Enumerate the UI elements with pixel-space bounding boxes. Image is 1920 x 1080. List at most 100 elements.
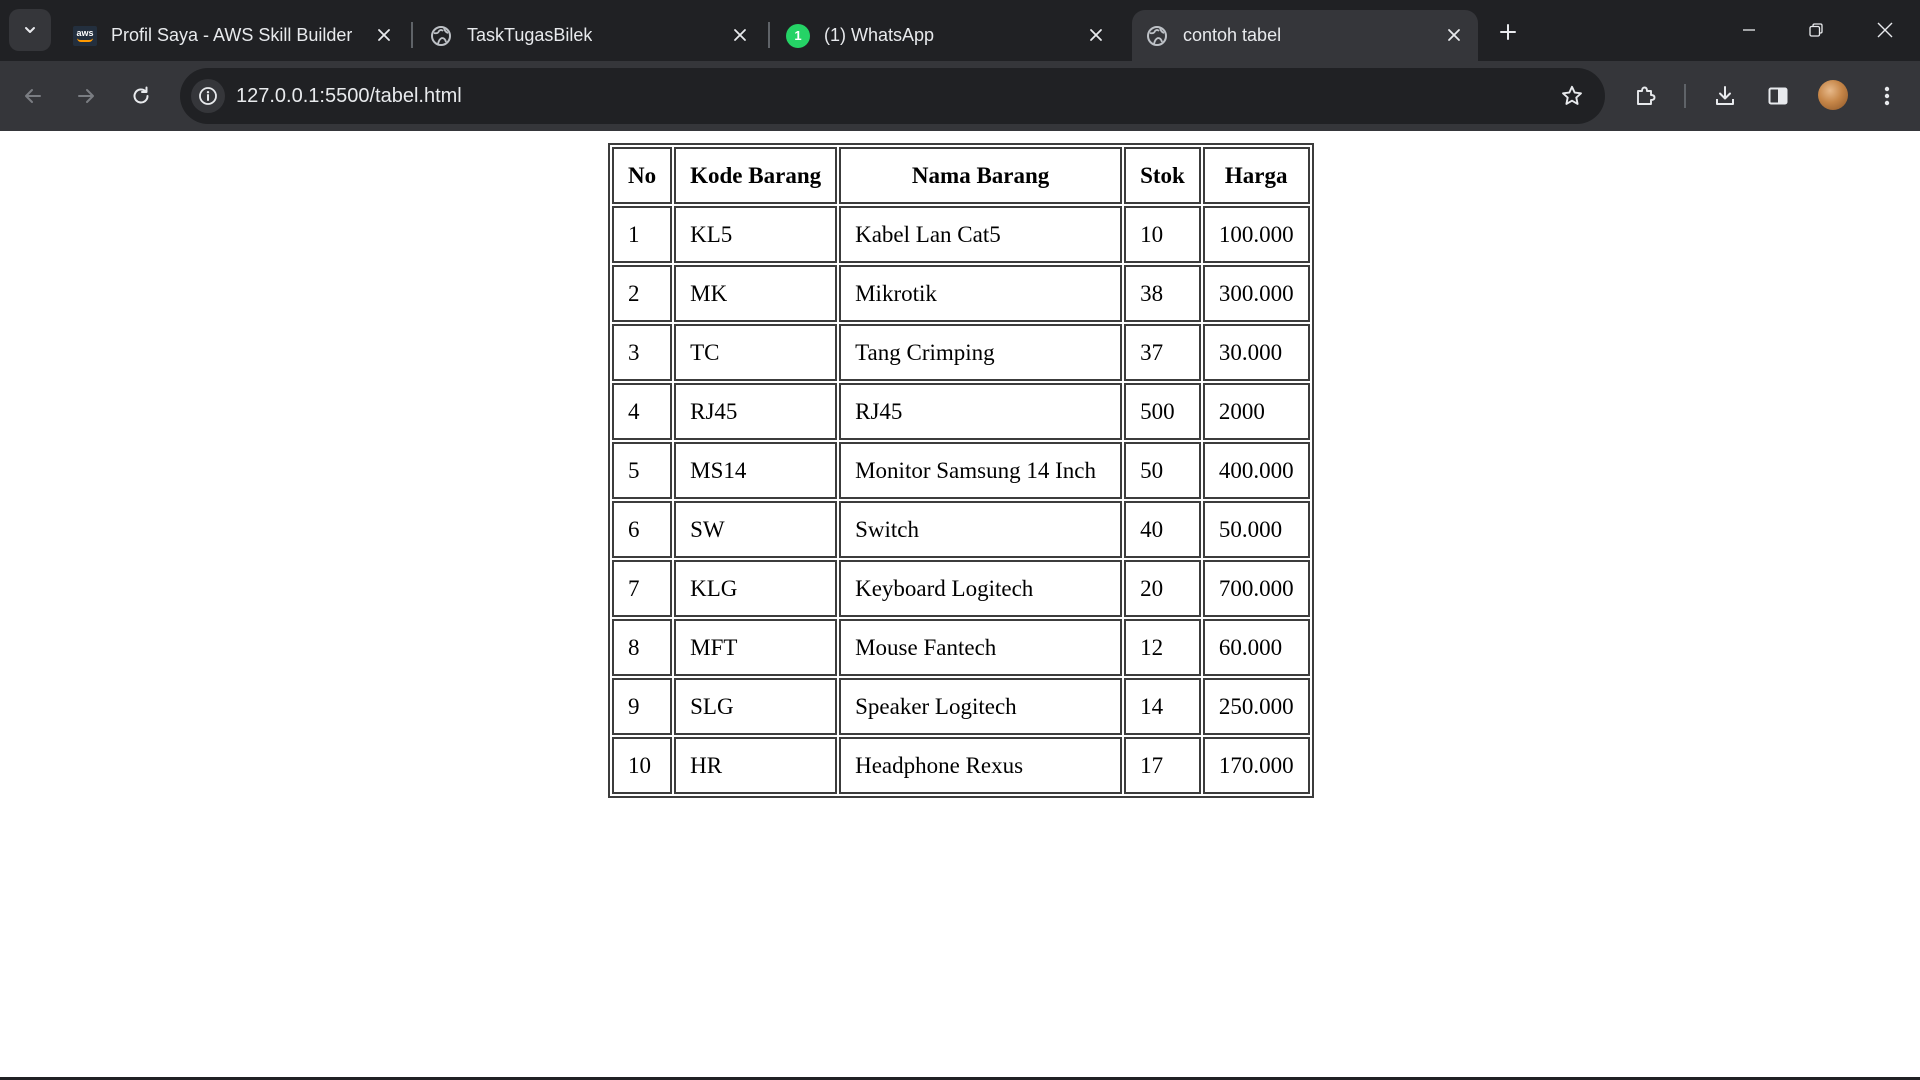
table-cell: 170.000 <box>1202 737 1310 794</box>
table-row: 6 SW Switch 40 50.000 <box>612 501 1310 558</box>
side-panel-icon <box>1767 85 1789 107</box>
browser-chrome: aws Profil Saya - AWS Skill Builder Task… <box>0 0 1920 131</box>
table-cell: 700.000 <box>1202 560 1310 617</box>
more-vertical-icon <box>1883 85 1891 107</box>
column-header: Nama Barang <box>839 147 1123 204</box>
table-cell: 40 <box>1124 501 1201 558</box>
close-icon[interactable] <box>1444 25 1464 45</box>
table-cell: 38 <box>1124 265 1201 322</box>
forward-button[interactable] <box>66 76 106 116</box>
close-icon[interactable] <box>730 25 750 45</box>
table-cell: Switch <box>839 501 1123 558</box>
table-cell: 20 <box>1124 560 1201 617</box>
table-cell: TC <box>674 324 838 381</box>
chevron-down-icon <box>22 22 38 38</box>
table-cell: Mikrotik <box>839 265 1123 322</box>
puzzle-icon <box>1634 84 1658 108</box>
table-row: 8 MFT Mouse Fantech 12 60.000 <box>612 619 1310 676</box>
table-cell: 500 <box>1124 383 1201 440</box>
table-cell: 14 <box>1124 678 1201 735</box>
table-cell: Headphone Rexus <box>839 737 1123 794</box>
table-cell: KLG <box>674 560 838 617</box>
table-row: 10 HR Headphone Rexus 17 170.000 <box>612 737 1310 794</box>
table-cell: 2000 <box>1202 383 1310 440</box>
downloads-button[interactable] <box>1705 76 1745 116</box>
browser-toolbar: 127.0.0.1:5500/tabel.html <box>0 61 1920 131</box>
side-panel-button[interactable] <box>1758 76 1798 116</box>
profile-avatar[interactable] <box>1818 80 1848 110</box>
tab-aws-skill-builder[interactable]: aws Profil Saya - AWS Skill Builder <box>60 10 408 61</box>
table-row: 4 RJ45 RJ45 500 2000 <box>612 383 1310 440</box>
table-cell: 9 <box>612 678 673 735</box>
table-cell: Monitor Samsung 14 Inch <box>839 442 1123 499</box>
table-cell: 1 <box>612 206 673 263</box>
table-row: 7 KLG Keyboard Logitech 20 700.000 <box>612 560 1310 617</box>
table-cell: MFT <box>674 619 838 676</box>
tab-title: contoh tabel <box>1183 25 1282 45</box>
tab-whatsapp[interactable]: 1 (1) WhatsApp <box>773 10 1120 61</box>
tab-tasktugasbilek[interactable]: TaskTugasBilek <box>416 10 764 61</box>
bookmark-button[interactable] <box>1552 76 1592 116</box>
info-icon <box>198 86 218 106</box>
table-cell: SW <box>674 501 838 558</box>
close-icon[interactable] <box>1086 25 1106 45</box>
globe-icon <box>429 24 453 48</box>
column-header: Kode Barang <box>674 147 838 204</box>
tab-title: TaskTugasBilek <box>467 25 593 45</box>
table-cell: SLG <box>674 678 838 735</box>
table-cell: 250.000 <box>1202 678 1310 735</box>
download-icon <box>1713 84 1737 108</box>
table-cell: 50 <box>1124 442 1201 499</box>
url-text[interactable]: 127.0.0.1:5500/tabel.html <box>236 68 462 124</box>
table-cell: 5 <box>612 442 673 499</box>
table-cell: Mouse Fantech <box>839 619 1123 676</box>
table-cell: 100.000 <box>1202 206 1310 263</box>
star-icon <box>1560 84 1584 108</box>
tab-divider <box>768 22 770 48</box>
table-cell: RJ45 <box>674 383 838 440</box>
globe-icon <box>1145 24 1169 48</box>
table-cell: KL5 <box>674 206 838 263</box>
arrow-left-icon <box>22 85 44 107</box>
site-info-button[interactable] <box>191 79 225 113</box>
minimize-icon <box>1741 22 1757 38</box>
table-cell: 10 <box>612 737 673 794</box>
minimize-button[interactable] <box>1716 0 1782 60</box>
address-bar[interactable]: 127.0.0.1:5500/tabel.html <box>180 68 1605 124</box>
data-table: No Kode Barang Nama Barang Stok Harga 1 … <box>608 143 1314 798</box>
close-window-button[interactable] <box>1852 0 1918 60</box>
new-tab-button[interactable] <box>1490 14 1526 50</box>
whatsapp-icon: 1 <box>786 23 810 48</box>
restore-button[interactable] <box>1783 0 1849 60</box>
tab-title: Profil Saya - AWS Skill Builder <box>111 25 353 45</box>
table-cell: HR <box>674 737 838 794</box>
menu-button[interactable] <box>1867 76 1907 116</box>
table-cell: MS14 <box>674 442 838 499</box>
toolbar-divider <box>1684 84 1686 108</box>
restore-icon <box>1808 22 1824 38</box>
back-button[interactable] <box>13 76 53 116</box>
table-cell: 6 <box>612 501 673 558</box>
table-row: 1 KL5 Kabel Lan Cat5 10 100.000 <box>612 206 1310 263</box>
tab-contoh-tabel[interactable]: contoh tabel <box>1132 10 1478 61</box>
page-content: No Kode Barang Nama Barang Stok Harga 1 … <box>0 131 1920 1077</box>
table-row: 9 SLG Speaker Logitech 14 250.000 <box>612 678 1310 735</box>
table-cell: 8 <box>612 619 673 676</box>
reload-button[interactable] <box>121 76 161 116</box>
aws-logo-icon: aws <box>73 24 97 48</box>
extensions-button[interactable] <box>1626 76 1666 116</box>
tab-search-button[interactable] <box>9 9 51 51</box>
close-icon[interactable] <box>374 25 394 45</box>
close-icon <box>1876 21 1894 39</box>
table-row: 3 TC Tang Crimping 37 30.000 <box>612 324 1310 381</box>
table-cell: 400.000 <box>1202 442 1310 499</box>
plus-icon <box>1498 22 1518 42</box>
table-row: 5 MS14 Monitor Samsung 14 Inch 50 400.00… <box>612 442 1310 499</box>
table-cell: 300.000 <box>1202 265 1310 322</box>
table-cell: 50.000 <box>1202 501 1310 558</box>
table-cell: 2 <box>612 265 673 322</box>
table-cell: RJ45 <box>839 383 1123 440</box>
table-header-row: No Kode Barang Nama Barang Stok Harga <box>612 147 1310 204</box>
table-cell: 7 <box>612 560 673 617</box>
tab-title: (1) WhatsApp <box>824 25 935 45</box>
